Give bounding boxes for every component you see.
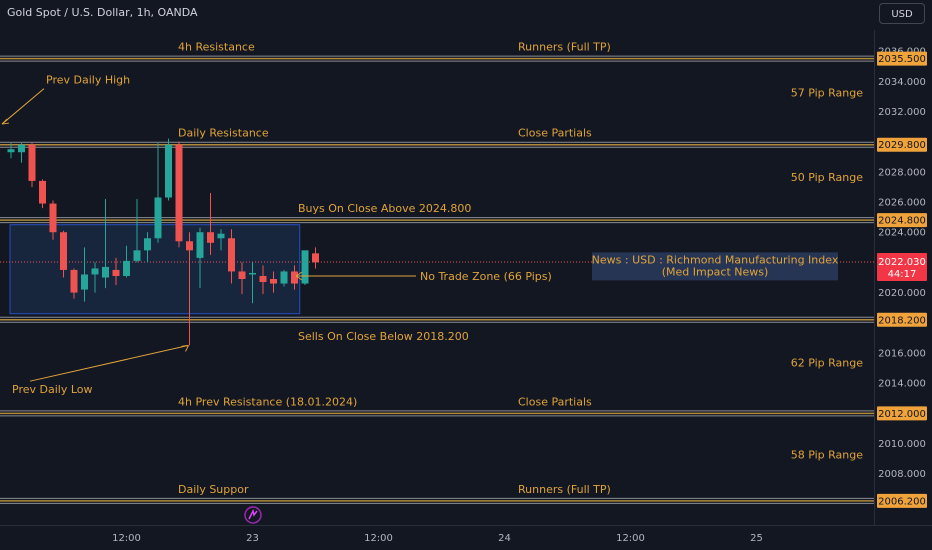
candle-body bbox=[312, 253, 319, 263]
candle-body bbox=[207, 232, 214, 243]
label-daily-support: Daily Suppor bbox=[178, 483, 249, 496]
candle-body bbox=[28, 144, 36, 181]
time-tick-label: 12:00 bbox=[364, 533, 393, 544]
label-runners-top: Runners (Full TP) bbox=[518, 41, 611, 54]
time-tick-label: 24 bbox=[498, 533, 511, 544]
label-62-pip-range: 62 Pip Range bbox=[791, 357, 864, 370]
candle-body bbox=[133, 250, 141, 261]
label-57-pip-range: 57 Pip Range bbox=[791, 86, 864, 99]
candle-body bbox=[70, 269, 78, 293]
time-axis-ticks: 12:00 23 12:00 24 12:00 25 bbox=[112, 533, 763, 544]
candle-body bbox=[270, 279, 277, 284]
candle-body bbox=[7, 149, 15, 153]
label-no-trade-zone: No Trade Zone (66 Pips) bbox=[420, 270, 552, 283]
level-price-tag-text: 2035.500 bbox=[878, 54, 926, 65]
label-buys: Buys On Close Above 2024.800 bbox=[298, 202, 471, 215]
label-close-partials-bottom: Close Partials bbox=[518, 395, 592, 408]
prev-daily-low-arrow bbox=[29, 344, 189, 382]
prev-daily-high-arrow bbox=[1, 88, 45, 125]
current-price-value: 2022.030 bbox=[878, 257, 926, 268]
candle-body bbox=[102, 266, 109, 278]
candle-body bbox=[291, 271, 298, 284]
candle-body bbox=[301, 250, 309, 284]
label-close-partials-top: Close Partials bbox=[518, 127, 592, 140]
level-price-tag-text: 2012.000 bbox=[878, 409, 926, 420]
candle-body bbox=[280, 271, 288, 284]
price-tick-label: 2032.000 bbox=[878, 107, 926, 118]
label-prev-daily-high: Prev Daily High bbox=[46, 74, 130, 87]
time-tick-label: 23 bbox=[246, 533, 259, 544]
level-price-tag-text: 2024.800 bbox=[878, 216, 926, 227]
current-price-tag: 2022.030 44:17 bbox=[877, 252, 927, 281]
candle-body bbox=[81, 274, 88, 290]
price-tick-label: 2026.000 bbox=[878, 198, 926, 209]
candle-body bbox=[112, 269, 120, 276]
level-price-tag-text: 2018.200 bbox=[878, 315, 926, 326]
candle-body bbox=[39, 180, 46, 204]
candle-body bbox=[18, 144, 25, 153]
candle-body bbox=[154, 197, 162, 239]
label-daily-resistance: Daily Resistance bbox=[178, 127, 269, 140]
label-news-line2: (Med Impact News) bbox=[662, 265, 769, 278]
price-tick-label: 2024.000 bbox=[878, 228, 926, 239]
candle-body bbox=[259, 275, 267, 283]
candle-body bbox=[186, 241, 193, 251]
time-tick-label: 25 bbox=[750, 533, 763, 544]
price-tick-label: 2016.000 bbox=[878, 348, 926, 359]
price-tick-label: 2034.000 bbox=[878, 77, 926, 88]
candle-body bbox=[217, 233, 225, 239]
candle-body bbox=[175, 144, 183, 242]
candle-body bbox=[196, 232, 204, 258]
label-58-pip-range: 58 Pip Range bbox=[791, 449, 864, 462]
candle-body bbox=[91, 268, 99, 275]
price-tick-label: 2008.000 bbox=[878, 469, 926, 480]
price-chart[interactable]: 4h Resistance Runners (Full TP) Prev Dai… bbox=[0, 0, 932, 550]
label-prev-daily-low: Prev Daily Low bbox=[12, 383, 93, 396]
candle-body bbox=[123, 260, 130, 276]
candle-body bbox=[49, 203, 57, 233]
label-50-pip-range: 50 Pip Range bbox=[791, 171, 864, 184]
time-tick-label: 12:00 bbox=[112, 533, 141, 544]
tradingview-logo-icon[interactable] bbox=[244, 506, 262, 524]
candle-body bbox=[228, 238, 235, 272]
label-prev-resistance: 4h Prev Resistance (18.01.2024) bbox=[178, 395, 357, 408]
label-sells: Sells On Close Below 2018.200 bbox=[298, 330, 469, 343]
candle-body bbox=[60, 232, 67, 270]
prev-daily-low-arrowhead bbox=[181, 344, 189, 352]
candle-body bbox=[238, 271, 246, 280]
chart-window: Gold Spot / U.S. Dollar, 1h, OANDA USD 4… bbox=[0, 0, 932, 550]
candle-body bbox=[165, 144, 172, 198]
price-tick-label: 2014.000 bbox=[878, 379, 926, 390]
time-tick-label: 12:00 bbox=[616, 533, 645, 544]
level-price-tag-text: 2006.200 bbox=[878, 496, 926, 507]
level-price-tag-text: 2029.800 bbox=[878, 140, 926, 151]
price-tick-label: 2020.000 bbox=[878, 288, 926, 299]
price-tick-label: 2010.000 bbox=[878, 439, 926, 450]
bar-countdown: 44:17 bbox=[888, 269, 917, 280]
label-runners-bottom: Runners (Full TP) bbox=[518, 483, 611, 496]
candle-body bbox=[249, 272, 256, 275]
candle-body bbox=[144, 238, 151, 251]
label-4h-resistance: 4h Resistance bbox=[178, 41, 255, 54]
price-tick-label: 2028.000 bbox=[878, 167, 926, 178]
